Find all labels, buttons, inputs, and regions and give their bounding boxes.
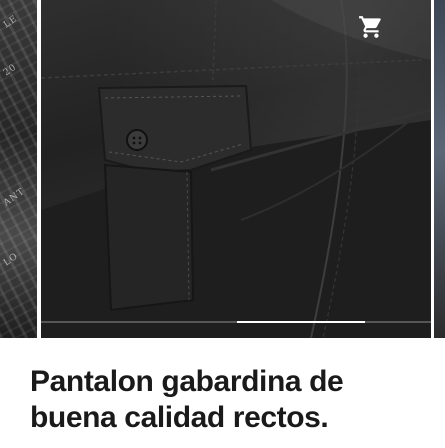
shopping-cart-icon[interactable] — [358, 14, 384, 40]
print-text: LO — [2, 251, 21, 269]
black-jacket-photo — [41, 0, 431, 338]
current-slide-image[interactable] — [41, 0, 431, 338]
previous-slide-image[interactable]: LE 20 ANT LO — [0, 0, 37, 338]
carousel-progress-active — [237, 321, 365, 323]
carousel-progress-track — [41, 321, 431, 323]
print-text: ANT — [2, 186, 27, 209]
product-image-carousel[interactable]: LE 20 ANT LO — [0, 0, 445, 338]
print-text: LE — [2, 13, 20, 31]
next-slide-image[interactable] — [434, 0, 445, 338]
product-title: Pantalon gabardina de buena calidad rect… — [30, 365, 344, 434]
print-text: 20 — [2, 62, 19, 79]
